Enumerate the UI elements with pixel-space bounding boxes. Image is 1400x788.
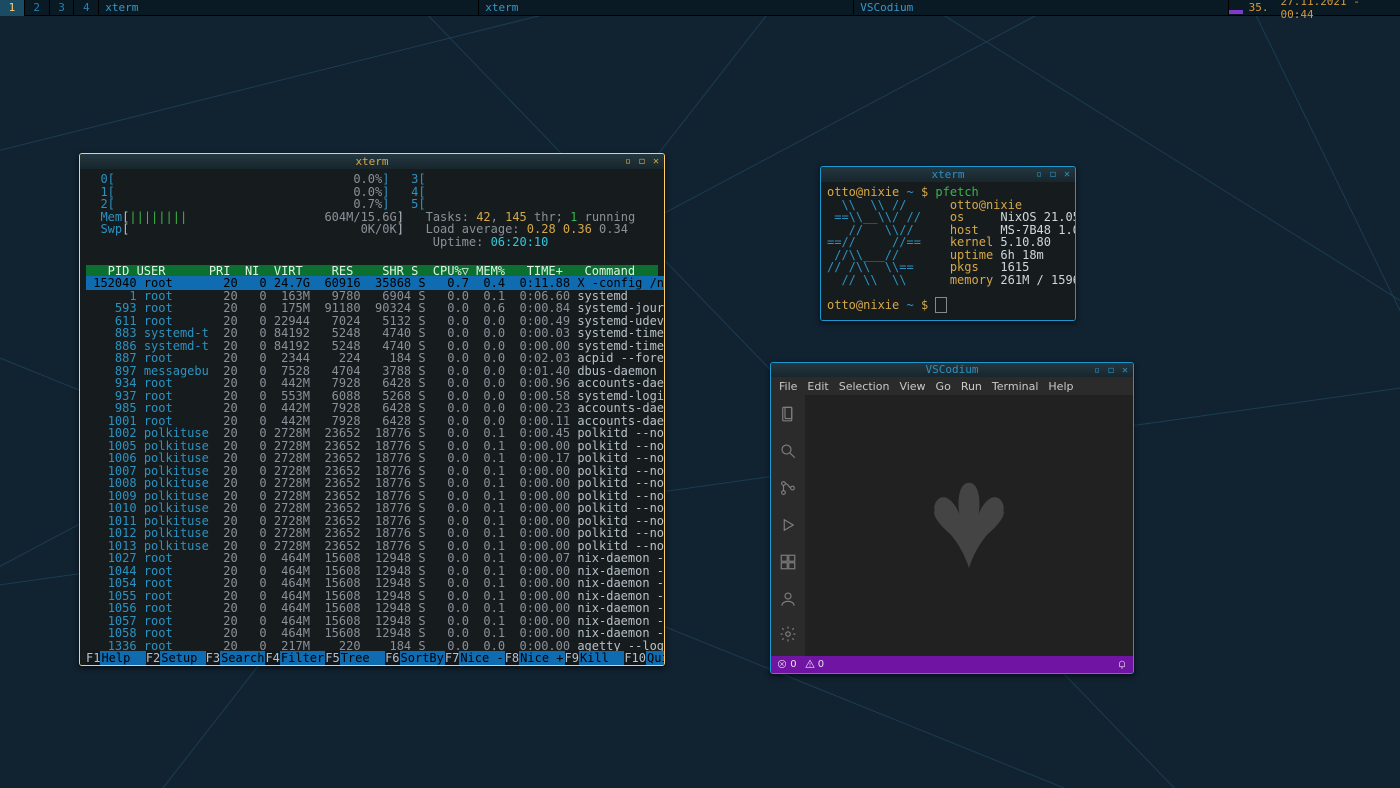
editor-area[interactable] <box>805 395 1133 656</box>
workspace-1[interactable]: 1 <box>0 0 25 16</box>
minimize-icon[interactable]: ▫ <box>1091 363 1103 377</box>
menu-view[interactable]: View <box>899 380 925 393</box>
workspace-3[interactable]: 3 <box>50 0 75 16</box>
status-notifications-icon[interactable] <box>1117 659 1127 670</box>
menu-file[interactable]: File <box>779 380 797 393</box>
taskbar-cpu-graph-icon <box>1229 2 1242 14</box>
menu-terminal[interactable]: Terminal <box>992 380 1039 393</box>
menu-selection[interactable]: Selection <box>839 380 890 393</box>
vscodium-watermark-icon <box>909 466 1029 586</box>
window-vscodium[interactable]: VSCodium ▫ ◻ ✕ File Edit Selection View … <box>770 362 1134 674</box>
htop-terminal-content[interactable]: 0[ 0.0%] 3[ 0.0%] 1[ 0.0%] 4[ 0.0%] 2[ <box>80 169 664 665</box>
window-title: xterm <box>931 168 964 181</box>
pfetch-terminal-content[interactable]: otto@nixie ~ $ pfetch \\ \\ // otto@nixi… <box>821 182 1075 320</box>
maximize-icon[interactable]: ◻ <box>636 154 648 168</box>
source-control-icon[interactable] <box>779 479 797 500</box>
close-icon[interactable]: ✕ <box>1119 363 1131 377</box>
menubar: File Edit Selection View Go Run Terminal… <box>771 377 1133 395</box>
titlebar-pfetch[interactable]: xterm ▫ ◻ ✕ <box>821 167 1075 182</box>
status-warnings[interactable]: 0 <box>805 659 825 670</box>
workspace-2[interactable]: 2 <box>25 0 50 16</box>
taskbar-datetime: 27.11.2021 - 00:44 <box>1274 0 1400 21</box>
activity-bar <box>771 395 805 656</box>
maximize-icon[interactable]: ◻ <box>1047 167 1059 181</box>
titlebar-htop[interactable]: xterm ▫ ◻ ✕ <box>80 154 664 169</box>
workspace-4[interactable]: 4 <box>74 0 99 16</box>
settings-gear-icon[interactable] <box>779 625 797 646</box>
status-errors[interactable]: 0 <box>777 659 797 670</box>
close-icon[interactable]: ✕ <box>650 154 662 168</box>
extensions-icon[interactable] <box>779 553 797 574</box>
explorer-icon[interactable] <box>779 405 797 426</box>
window-title: VSCodium <box>926 363 979 376</box>
menu-edit[interactable]: Edit <box>807 380 828 393</box>
menu-go[interactable]: Go <box>936 380 951 393</box>
taskbar-task-vscodium[interactable]: VSCodium <box>854 0 1229 16</box>
run-debug-icon[interactable] <box>779 516 797 537</box>
menu-help[interactable]: Help <box>1048 380 1073 393</box>
window-htop[interactable]: xterm ▫ ◻ ✕ 0[ 0.0%] 3[ 0.0%] 1[ 0.0%] 4… <box>79 153 665 666</box>
status-bar[interactable]: 0 0 <box>771 656 1133 673</box>
menu-run[interactable]: Run <box>961 380 982 393</box>
taskbar-cpu: 35. <box>1243 1 1275 14</box>
maximize-icon[interactable]: ◻ <box>1105 363 1117 377</box>
taskbar-task-xterm-2[interactable]: xterm <box>479 0 854 16</box>
window-pfetch[interactable]: xterm ▫ ◻ ✕ otto@nixie ~ $ pfetch \\ \\ … <box>820 166 1076 321</box>
minimize-icon[interactable]: ▫ <box>622 154 634 168</box>
search-icon[interactable] <box>779 442 797 463</box>
accounts-icon[interactable] <box>779 590 797 611</box>
taskbar-task-xterm-1[interactable]: xterm <box>99 0 479 16</box>
top-taskbar: 1 2 3 4 xterm xterm VSCodium 35. 27.11.2… <box>0 0 1400 16</box>
close-icon[interactable]: ✕ <box>1061 167 1073 181</box>
window-title: xterm <box>355 155 388 168</box>
titlebar-vscodium[interactable]: VSCodium ▫ ◻ ✕ <box>771 363 1133 377</box>
minimize-icon[interactable]: ▫ <box>1033 167 1045 181</box>
